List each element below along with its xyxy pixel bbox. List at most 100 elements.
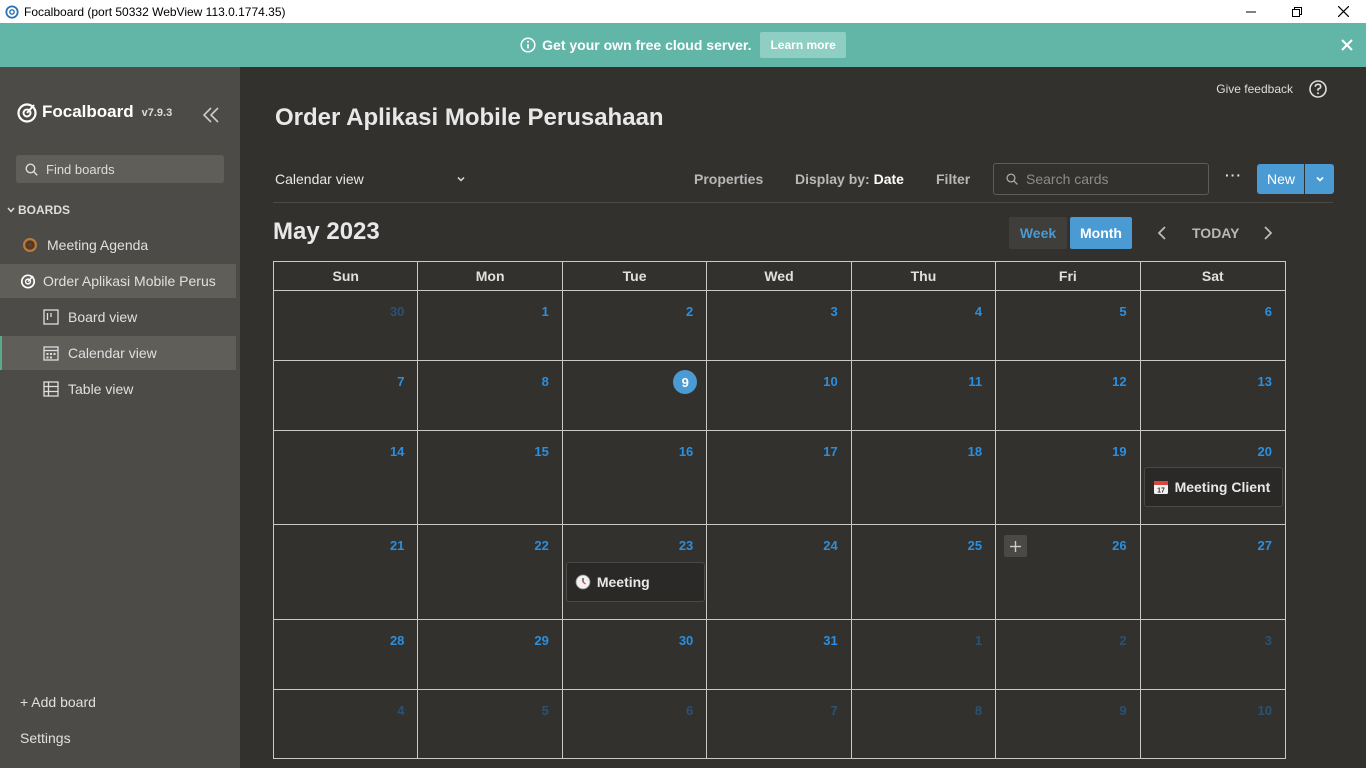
event-card-meeting-client[interactable]: 17 Meeting Client — [1143, 467, 1283, 507]
day-number: 7 — [830, 703, 838, 718]
calendar-day-cell[interactable]: 20 17 Meeting Client — [1141, 431, 1285, 524]
calendar-day-cell[interactable]: 10 — [1141, 690, 1285, 758]
calendar-view-icon — [43, 345, 59, 361]
close-banner-icon[interactable] — [1338, 36, 1356, 54]
new-card-dropdown-button[interactable] — [1305, 164, 1334, 194]
day-number: 27 — [1257, 538, 1272, 553]
calendar-day-cell[interactable]: 5 — [418, 690, 563, 758]
calendar-day-cell[interactable]: 10 — [707, 361, 852, 430]
collapse-sidebar-icon[interactable] — [201, 105, 221, 125]
day-number: 4 — [397, 703, 405, 718]
day-number: 3 — [1264, 633, 1272, 648]
calendar-day-cell[interactable]: 1 — [418, 291, 563, 360]
calendar-day-cell[interactable]: 2 — [563, 291, 708, 360]
calendar-day-cell[interactable]: 1 — [852, 620, 997, 689]
restore-button[interactable] — [1274, 0, 1320, 23]
calendar-week-row: 21 22 23 Meeting 24 25 26 27 — [274, 525, 1285, 620]
calendar-day-cell[interactable]: 22 — [418, 525, 563, 619]
search-cards-field[interactable] — [993, 163, 1209, 195]
give-feedback-link[interactable]: Give feedback — [1216, 82, 1293, 96]
calendar-day-cell[interactable]: 2 — [996, 620, 1141, 689]
board-title[interactable]: Order Aplikasi Mobile Perusahaan — [275, 104, 664, 132]
calendar-day-cell[interactable]: 15 — [418, 431, 563, 524]
day-number: 29 — [534, 633, 549, 648]
calendar-day-cell[interactable]: 17 — [707, 431, 852, 524]
sidebar-view-board[interactable]: Board view — [0, 300, 236, 334]
month-view-button[interactable]: Month — [1070, 217, 1132, 249]
properties-button[interactable]: Properties — [694, 171, 763, 187]
calendar-day-cell[interactable]: 27 — [1141, 525, 1285, 619]
calendar-day-cell[interactable]: 6 — [1141, 291, 1285, 360]
day-number: 28 — [389, 633, 405, 648]
calendar-day-cell[interactable]: 30 — [274, 291, 419, 360]
calendar-day-cell[interactable]: 21 — [274, 525, 419, 619]
add-board-button[interactable]: + Add board — [20, 694, 96, 710]
calendar-day-cell[interactable]: 8 — [418, 361, 563, 430]
calendar-day-cell-today[interactable]: 9 — [563, 361, 708, 430]
calendar-day-cell[interactable]: 13 — [1141, 361, 1285, 430]
search-cards-input[interactable] — [1026, 171, 1196, 187]
calendar-day-cell[interactable]: 12 — [996, 361, 1141, 430]
calendar-day-cell[interactable]: 8 — [852, 690, 997, 758]
find-boards-input[interactable]: Find boards — [16, 155, 224, 183]
sidebar-board-order-aplikasi[interactable]: Order Aplikasi Mobile Perus — [0, 264, 236, 298]
focalboard-icon — [20, 273, 36, 289]
view-selector[interactable]: Calendar view — [275, 171, 467, 187]
day-number: 19 — [1112, 444, 1127, 459]
calendar-day-cell[interactable]: 29 — [418, 620, 563, 689]
calendar-week-row: 28 29 30 31 1 2 3 — [274, 620, 1285, 690]
calendar-day-cell[interactable]: 7 — [274, 361, 419, 430]
plus-icon — [1010, 540, 1022, 552]
calendar-day-cell[interactable]: 25 — [852, 525, 997, 619]
sidebar-view-calendar[interactable]: Calendar view — [0, 336, 236, 370]
calendar-day-cell[interactable]: 30 — [563, 620, 708, 689]
calendar-day-cell[interactable]: 31 — [707, 620, 852, 689]
calendar-day-cell[interactable]: 4 — [852, 291, 997, 360]
settings-button[interactable]: Settings — [20, 730, 71, 746]
sidebar-view-table[interactable]: Table view — [0, 372, 236, 406]
calendar-day-cell[interactable]: 28 — [274, 620, 419, 689]
sidebar-view-label: Calendar view — [68, 345, 157, 361]
day-number: 4 — [974, 304, 983, 319]
calendar-day-cell[interactable]: 26 — [996, 525, 1141, 619]
event-label: Meeting Client — [1174, 479, 1271, 495]
chevron-right-icon[interactable] — [1260, 224, 1276, 242]
learn-more-button[interactable]: Learn more — [760, 32, 846, 58]
close-window-button[interactable] — [1320, 0, 1366, 23]
calendar-day-cell[interactable]: 6 — [563, 690, 708, 758]
window-title: Focalboard (port 50332 WebView 113.0.177… — [24, 4, 286, 19]
help-icon[interactable] — [1308, 79, 1328, 99]
week-view-button[interactable]: Week — [1009, 217, 1067, 249]
today-button[interactable]: TODAY — [1192, 225, 1239, 241]
sidebar-board-meeting-agenda[interactable]: Meeting Agenda — [0, 228, 236, 262]
brand-name: Focalboard — [42, 102, 134, 121]
calendar-day-cell[interactable]: 19 — [996, 431, 1141, 524]
day-number: 7 — [397, 374, 405, 389]
calendar-day-cell[interactable]: 24 — [707, 525, 852, 619]
calendar-day-cell[interactable]: 3 — [707, 291, 852, 360]
minimize-button[interactable] — [1228, 0, 1274, 23]
calendar-day-cell[interactable]: 4 — [274, 690, 419, 758]
calendar-day-cell[interactable]: 11 — [852, 361, 997, 430]
calendar-day-cell[interactable]: 16 — [563, 431, 708, 524]
day-number: 11 — [968, 374, 983, 389]
calendar-day-cell[interactable]: 18 — [852, 431, 997, 524]
calendar-day-cell[interactable]: 23 Meeting — [563, 525, 708, 619]
new-card-button-group: New — [1257, 164, 1334, 194]
calendar-day-cell[interactable]: 5 — [996, 291, 1141, 360]
day-number: 8 — [974, 703, 983, 718]
filter-button[interactable]: Filter — [936, 171, 970, 187]
calendar-day-cell[interactable]: 3 — [1141, 620, 1285, 689]
display-by-button[interactable]: Display by: Date — [795, 171, 904, 187]
calendar-day-cell[interactable]: 9 — [996, 690, 1141, 758]
more-options-button[interactable]: ··· — [1225, 167, 1242, 183]
chevron-left-icon[interactable] — [1154, 224, 1170, 242]
boards-section-header[interactable]: BOARDS — [6, 203, 70, 217]
add-card-button[interactable] — [1004, 535, 1028, 557]
calendar-day-cell[interactable]: 7 — [707, 690, 852, 758]
new-card-button[interactable]: New — [1257, 164, 1304, 194]
display-by-value: Date — [873, 171, 904, 187]
day-number: 10 — [1257, 703, 1272, 718]
calendar-day-cell[interactable]: 14 — [274, 431, 419, 524]
event-card-meeting[interactable]: Meeting — [565, 562, 705, 602]
